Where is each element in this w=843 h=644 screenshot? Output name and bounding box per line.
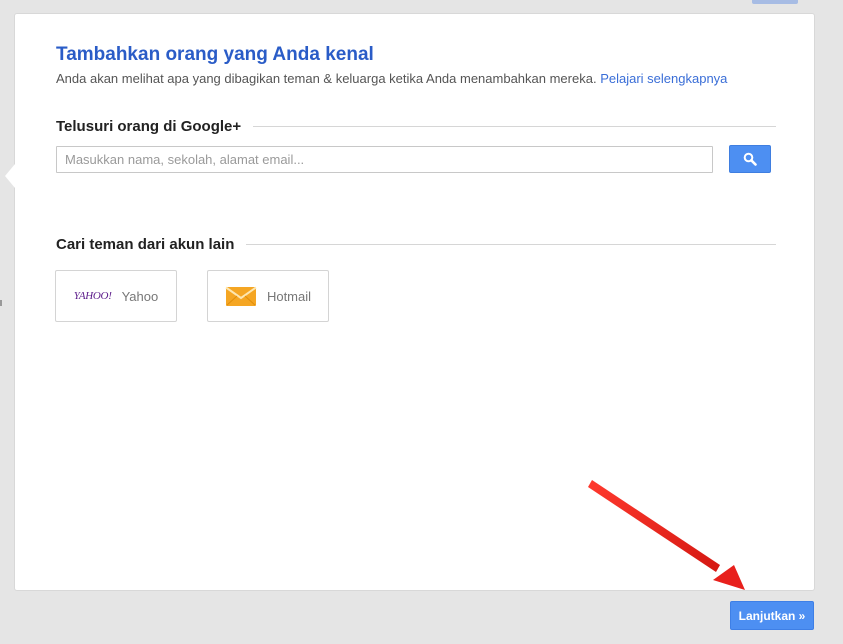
yahoo-provider-button[interactable]: YAHOO! Yahoo xyxy=(55,270,177,322)
yahoo-logo: YAHOO! xyxy=(73,290,112,302)
learn-more-link[interactable]: Pelajari selengkapnya xyxy=(600,71,727,86)
search-button[interactable] xyxy=(729,145,771,173)
page-subtitle: Anda akan melihat apa yang dibagikan tem… xyxy=(56,71,727,86)
other-accounts-section-header: Cari teman dari akun lain xyxy=(56,234,776,254)
provider-name: Hotmail xyxy=(266,288,312,304)
provider-name: Yahoo xyxy=(121,288,159,304)
page-title: Tambahkan orang yang Anda kenal xyxy=(56,44,374,65)
search-section-heading: Telusuri orang di Google+ xyxy=(56,117,242,135)
continue-button[interactable]: Lanjutkan » xyxy=(730,601,814,630)
search-icon xyxy=(743,152,757,166)
add-people-card: Tambahkan orang yang Anda kenal Anda aka… xyxy=(5,13,815,591)
section-divider xyxy=(246,243,776,245)
hotmail-provider-button[interactable]: Hotmail xyxy=(207,270,329,322)
left-edge-marker xyxy=(0,300,2,306)
section-divider xyxy=(253,125,776,127)
other-accounts-heading: Cari teman dari akun lain xyxy=(56,235,235,253)
subtitle-text: Anda akan melihat apa yang dibagikan tem… xyxy=(56,71,597,86)
card-pointer-notch xyxy=(5,164,15,188)
envelope-icon xyxy=(225,286,257,306)
top-tab-indicator xyxy=(752,0,798,4)
search-input[interactable] xyxy=(56,146,713,173)
search-section-header: Telusuri orang di Google+ xyxy=(56,116,776,136)
